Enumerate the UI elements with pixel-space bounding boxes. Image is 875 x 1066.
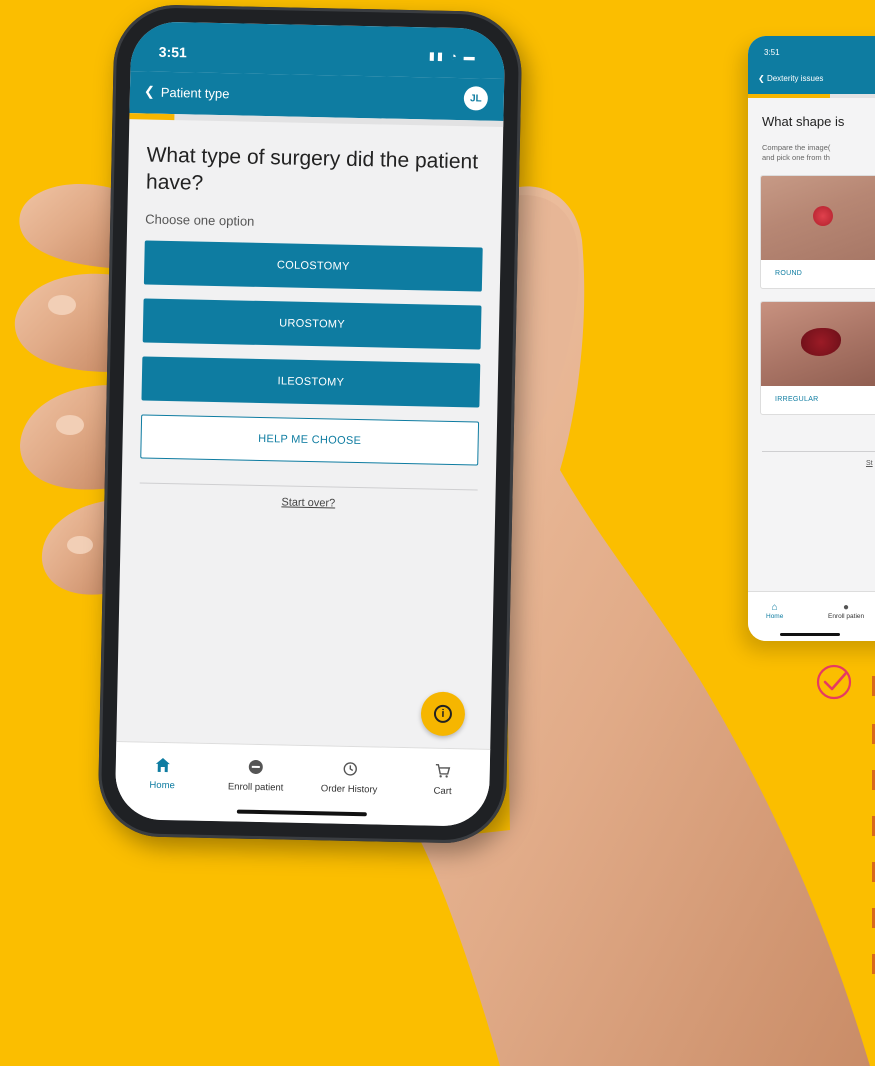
progress-fill (129, 113, 175, 121)
question-description: Compare the image( and pick one from th (762, 143, 875, 163)
second-phone: 3:51 ❮ Dexterity issues What shape is Co… (748, 36, 875, 641)
tab-label: Home (149, 779, 175, 792)
app-bar: ❮ Dexterity issues (748, 62, 875, 94)
start-over-link[interactable]: Start over? (139, 493, 477, 512)
tab-home[interactable]: Home (121, 754, 202, 821)
chevron-left-icon: ❮ (143, 83, 155, 99)
page-title: What type of surgery did the patient hav… (145, 143, 479, 195)
description-line: Compare the image( (762, 143, 831, 152)
home-icon: ⌂ (771, 602, 778, 613)
stoma-mark (801, 328, 841, 356)
divider (762, 451, 875, 452)
tab-cart[interactable]: Cart (402, 760, 483, 827)
stoma-mark (813, 206, 833, 226)
progress-fill (748, 94, 830, 98)
home-indicator (780, 633, 840, 636)
page-title: What shape is (762, 114, 845, 129)
back-label: Patient type (160, 84, 230, 101)
shape-card-round[interactable]: ROUND (760, 175, 875, 289)
divider (139, 482, 478, 491)
back-label[interactable]: Dexterity issues (767, 74, 823, 83)
enroll-icon: ● (843, 602, 850, 613)
enroll-icon (248, 757, 264, 777)
chevron-left-icon: ❮ (758, 74, 767, 83)
stoma-round-image (761, 176, 875, 260)
shape-card-irregular[interactable]: IRREGULAR (760, 301, 875, 415)
info-icon: i (433, 704, 453, 724)
option-ileostomy-button[interactable]: ILEOSTOMY (141, 356, 481, 408)
marketing-stage: 3:51 ▮▮ ◔ ▬ ❮ Patient type JL What type … (0, 0, 875, 1066)
tab-label: Enroll patient (227, 781, 284, 794)
status-time: 3:51 (764, 48, 780, 57)
progress-bar (748, 94, 875, 98)
start-over-link[interactable]: St (866, 460, 875, 467)
avatar[interactable]: JL (463, 86, 489, 111)
card-caption: ROUND (775, 270, 803, 277)
tab-label: Cart (433, 785, 452, 798)
question-subtitle: Choose one option (145, 211, 255, 229)
description-line: and pick one from th (762, 153, 830, 162)
tab-label: Enroll patien (828, 613, 865, 620)
signal-wifi-battery-icon: ▮▮ ◔ ▬ (428, 50, 477, 64)
home-icon (154, 755, 170, 775)
tab-label: Order History (320, 783, 378, 796)
check-circle-icon (816, 664, 852, 700)
tab-home[interactable]: ⌂ Home (766, 602, 783, 620)
main-phone: 3:51 ▮▮ ◔ ▬ ❮ Patient type JL What type … (97, 3, 523, 845)
status-time: 3:51 (158, 43, 187, 61)
back-button[interactable]: ❮ Patient type (144, 83, 230, 101)
cart-icon (435, 761, 451, 781)
info-fab-button[interactable]: i (420, 691, 466, 737)
card-caption: IRREGULAR (775, 396, 819, 403)
help-me-choose-button[interactable]: HELP ME CHOOSE (140, 414, 480, 466)
option-colostomy-button[interactable]: COLOSTOMY (143, 240, 483, 292)
stoma-irregular-image (761, 302, 875, 386)
tab-enroll-patient[interactable]: ● Enroll patien (828, 602, 864, 620)
question-content: What type of surgery did the patient hav… (121, 119, 503, 513)
option-urostomy-button[interactable]: UROSTOMY (142, 298, 482, 350)
status-bar: 3:51 (748, 36, 875, 62)
status-bar: 3:51 ▮▮ ◔ ▬ (130, 21, 506, 79)
main-phone-screen: 3:51 ▮▮ ◔ ▬ ❮ Patient type JL What type … (114, 21, 506, 827)
history-icon (341, 759, 357, 779)
tab-label: Home (766, 613, 784, 620)
bottom-tab-bar: ⌂ Home ● Enroll patien (748, 591, 875, 641)
